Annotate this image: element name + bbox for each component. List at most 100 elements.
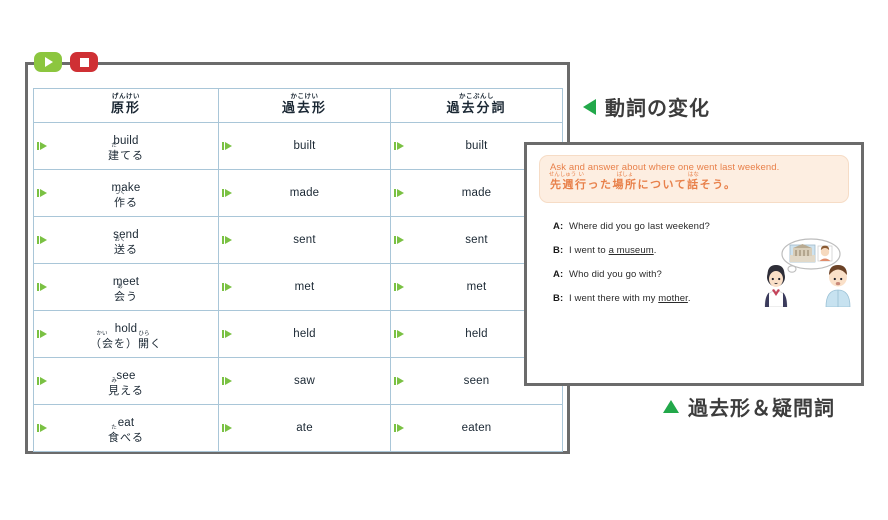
cell-past-tense[interactable]: ate (218, 404, 391, 452)
audio-play-icon[interactable] (222, 189, 232, 197)
cell-base-form[interactable]: meet あ会う (33, 263, 219, 311)
stop-button[interactable] (70, 52, 98, 72)
japanese-meaning: み見える (108, 378, 144, 397)
furigana: はな (687, 172, 699, 179)
cell-base-form[interactable]: see み見える (33, 357, 219, 405)
dialogue-popup-panel: Ask and answer about where one went last… (524, 142, 864, 386)
okurigana: てる (120, 149, 144, 162)
task-instruction-banner: Ask and answer about where one went last… (539, 155, 849, 203)
cell-past-participle[interactable]: eaten (390, 404, 563, 452)
kanji: 話 (687, 179, 700, 192)
kanji: 送 (114, 243, 126, 256)
cell-base-form[interactable]: hold かい （会を） ひら 開く (33, 310, 219, 358)
dialogue-text: I went there with my mother. (569, 293, 691, 304)
cell-past-tense[interactable]: saw (218, 357, 391, 405)
dialogue-speaker: B: (553, 293, 564, 304)
audio-play-icon[interactable] (222, 142, 232, 150)
past-tense-word: saw (293, 374, 316, 387)
audio-play-icon[interactable] (222, 283, 232, 291)
audio-play-icon[interactable] (37, 142, 47, 150)
japanese-meaning: あ会う (113, 284, 139, 303)
audio-play-icon[interactable] (394, 142, 404, 150)
cell-base-form[interactable]: make つく 作る (33, 169, 219, 217)
audio-play-icon[interactable] (37, 330, 47, 338)
dialogue-line: B: I went there with my mother. (553, 293, 768, 304)
audio-play-icon[interactable] (37, 377, 47, 385)
past-tense-word: sent (293, 233, 316, 246)
okurigana: る (125, 196, 138, 209)
kanji: 建 (108, 149, 120, 162)
cell-past-tense[interactable]: made (218, 169, 391, 217)
dialogue-line: B: I went to a museum. (553, 245, 768, 256)
furigana: た (111, 424, 117, 431)
audio-play-icon[interactable] (37, 236, 47, 244)
kanji: 見 (108, 384, 121, 397)
dialogue-text: I went to a museum. (569, 245, 657, 256)
header-label: 原形 (110, 100, 141, 116)
dialogue-answer-blank: a museum (608, 245, 654, 256)
audio-play-icon[interactable] (37, 424, 47, 432)
dialogue-line: A: Who did you go with? (553, 269, 768, 280)
task-instruction-japanese: せんしゅう 先週い行った ばしょ 場所について はな 話そう。 (549, 173, 838, 192)
table-row: hold かい （会を） ひら 開く held held (33, 310, 563, 358)
past-tense-word: met (294, 280, 315, 293)
okurigana: った (587, 179, 613, 192)
table-row: see み見える saw seen (33, 357, 563, 405)
japanese-meaning: おく 送る (113, 237, 139, 256)
okurigana: える (120, 384, 144, 397)
audio-play-icon[interactable] (37, 283, 47, 291)
kanji: （会 (90, 337, 114, 350)
table-row: make つく 作る made made (33, 169, 563, 217)
stop-icon (79, 57, 89, 67)
column-header-past-tense: かこけい 過去形 (218, 88, 391, 123)
past-participle-word: eaten (461, 421, 492, 434)
audio-play-icon[interactable] (222, 424, 232, 432)
section-label-verb-changes: 動詞の変化 (583, 92, 710, 121)
audio-play-icon[interactable] (222, 330, 232, 338)
audio-play-icon[interactable] (394, 283, 404, 291)
kanji: 食 (108, 431, 120, 444)
cell-past-tense[interactable]: built (218, 122, 391, 170)
okurigana: く (150, 337, 162, 350)
cell-base-form[interactable]: send おく 送る (33, 216, 219, 264)
audio-play-icon[interactable] (394, 236, 404, 244)
dialogue-speaker: B: (553, 245, 564, 256)
students-talking-illustration (764, 238, 851, 307)
audio-play-icon[interactable] (222, 377, 232, 385)
japanese-meaning: た食べる (108, 425, 144, 444)
dialogue-line: A: Where did you go last weekend? (553, 221, 768, 232)
dialogue-text: Who did you go with? (569, 269, 662, 280)
table-row: eat た食べる ate eaten (33, 404, 563, 452)
past-tense-word: held (293, 327, 316, 340)
play-button[interactable] (34, 52, 62, 72)
furigana: おく (114, 236, 126, 243)
furigana: た (111, 142, 117, 149)
cell-past-tense[interactable]: sent (218, 216, 391, 264)
audio-play-icon[interactable] (222, 236, 232, 244)
audio-play-icon[interactable] (394, 189, 404, 197)
past-tense-word: built (293, 139, 316, 152)
cell-past-tense[interactable]: met (218, 263, 391, 311)
column-header-base-form: げんけい 原形 (33, 88, 219, 123)
table-row: build た建てる built built (33, 122, 563, 170)
play-icon (45, 57, 53, 67)
transport-bar (34, 52, 98, 72)
section-label-text: 動詞の変化 (605, 98, 710, 120)
table-row: send おく 送る sent sent (33, 216, 563, 264)
furigana: せんしゅう (548, 172, 577, 179)
audio-play-icon[interactable] (394, 330, 404, 338)
kanji: 場所 (612, 179, 638, 192)
section-label-past-and-question-words: 過去形＆疑問詞 (663, 392, 835, 421)
kanji: 作 (113, 196, 126, 209)
audio-play-icon[interactable] (394, 377, 404, 385)
cell-past-tense[interactable]: held (218, 310, 391, 358)
okurigana: を） (114, 337, 138, 350)
okurigana: べる (120, 431, 144, 444)
audio-play-icon[interactable] (394, 424, 404, 432)
cell-base-form[interactable]: build た建てる (33, 122, 219, 170)
audio-play-icon[interactable] (37, 189, 47, 197)
kanji: 行 (575, 179, 588, 192)
past-tense-word: ate (296, 421, 313, 434)
cell-base-form[interactable]: eat た食べる (33, 404, 219, 452)
japanese-meaning: つく 作る (112, 190, 141, 209)
